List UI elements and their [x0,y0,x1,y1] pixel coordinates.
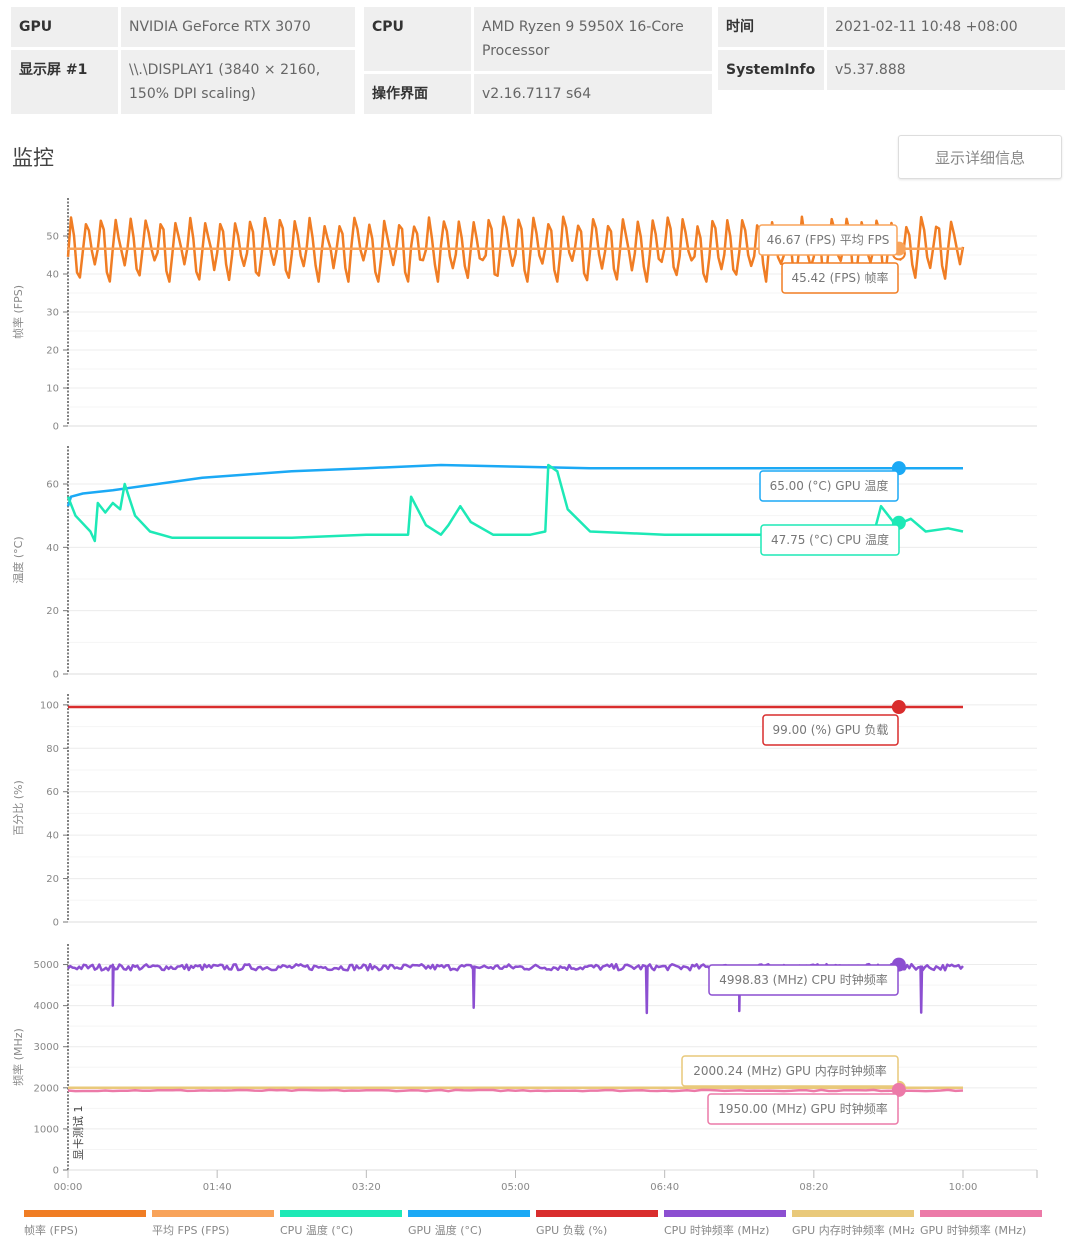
series-line-gpu_clock [67,1088,964,1093]
x-tick-label: 00:00 [54,1182,83,1193]
y-tick-label: 20 [46,606,59,617]
legend-item-avg_fps[interactable]: 平均 FPS (FPS) [152,1210,274,1238]
y-tick-label: 60 [46,787,59,798]
y-tick-label: 10 [46,384,59,395]
y-tick-label: 0 [53,422,59,433]
marker-point-gpu_load [891,700,906,715]
y-tick-label: 1000 [34,1124,59,1135]
y-tick-label: 20 [46,874,59,885]
y-axis-label: 温度 (°C) [11,536,25,583]
x-tick-label: 06:40 [650,1182,679,1193]
y-tick-label: 80 [46,744,59,755]
legend-item-gpu_clock[interactable]: GPU 时钟频率 (MHz) [920,1210,1042,1238]
y-tick-label: 4000 [34,1001,59,1012]
tooltip-text-avg_fps: 46.67 (FPS) 平均 FPS [767,233,890,247]
tooltip-text-gpu_temp: 65.00 (°C) GPU 温度 [770,478,889,493]
legend-label: 帧率 (FPS) [24,1224,79,1237]
y-tick-label: 3000 [34,1042,59,1053]
y-tick-label: 60 [46,480,59,491]
y-axis-label: 频率 (MHz) [11,1028,25,1086]
y-axis-label: 百分比 (%) [12,780,25,836]
y-tick-label: 40 [46,543,59,554]
tooltip-text-cpu_clock: 4998.83 (MHz) CPU 时钟频率 [719,972,888,987]
legend-swatch [792,1210,914,1217]
legend-item-gpu_temp[interactable]: GPU 温度 (°C) [408,1210,530,1238]
legend-swatch [920,1210,1042,1217]
legend-label: 平均 FPS (FPS) [152,1224,230,1237]
x-tick-label: 10:00 [949,1182,978,1193]
tooltip-text-fps: 45.42 (FPS) 帧率 [791,270,888,285]
y-tick-label: 50 [46,232,59,243]
legend-label: GPU 时钟频率 (MHz) [920,1224,1027,1237]
y-tick-label: 30 [46,308,59,319]
legend-swatch [664,1210,786,1217]
tooltip-text-gpu_clock: 1950.00 (MHz) GPU 时钟频率 [718,1101,887,1116]
legend-item-cpu_temp[interactable]: CPU 温度 (°C) [280,1210,402,1238]
y-tick-label: 40 [46,270,59,281]
legend-swatch [24,1210,146,1217]
legend-item-gpu_mem_clock[interactable]: GPU 内存时钟频率 (MHz) [792,1210,914,1238]
tooltip-text-gpu_mem_clock: 2000.24 (MHz) GPU 内存时钟频率 [693,1063,886,1078]
legend-label: GPU 温度 (°C) [408,1224,482,1237]
test-marker-label: 显卡测试 1 [72,1106,85,1161]
legend-swatch [408,1210,530,1217]
y-tick-label: 0 [53,1166,59,1177]
x-tick-label: 03:20 [352,1182,381,1193]
legend-item-gpu_load[interactable]: GPU 负载 (%) [536,1210,658,1238]
y-tick-label: 100 [40,700,59,711]
y-tick-label: 0 [53,670,59,681]
y-tick-label: 2000 [34,1083,59,1094]
x-tick-label: 08:20 [799,1182,828,1193]
y-tick-label: 5000 [34,960,59,971]
legend-item-fps[interactable]: 帧率 (FPS) [24,1210,146,1238]
legend-swatch [280,1210,402,1217]
legend-item-cpu_clock[interactable]: CPU 时钟频率 (MHz) [664,1210,786,1238]
legend-swatch [536,1210,658,1217]
legend-label: GPU 负载 (%) [536,1224,608,1237]
y-tick-label: 40 [46,831,59,842]
monitor-chart: 0 10 20 30 40 50 帧率 (FPS) 45.42 (FPS) 帧率 46.67 (… [11,198,1038,1193]
y-axis-label: 帧率 (FPS) [11,285,25,339]
legend-label: GPU 内存时钟频率 (MHz) [792,1224,914,1237]
x-tick-label: 01:40 [203,1182,232,1193]
legend-label: CPU 温度 (°C) [280,1224,354,1237]
legend-swatch [152,1210,274,1217]
legend-label: CPU 时钟频率 (MHz) [664,1224,770,1237]
y-tick-label: 0 [53,918,59,929]
y-tick-label: 20 [46,346,59,357]
tooltip-text-gpu_load: 99.00 (%) GPU 负载 [773,723,889,737]
tooltip-text-cpu_temp: 47.75 (°C) CPU 温度 [771,532,889,547]
x-tick-label: 05:00 [501,1182,530,1193]
